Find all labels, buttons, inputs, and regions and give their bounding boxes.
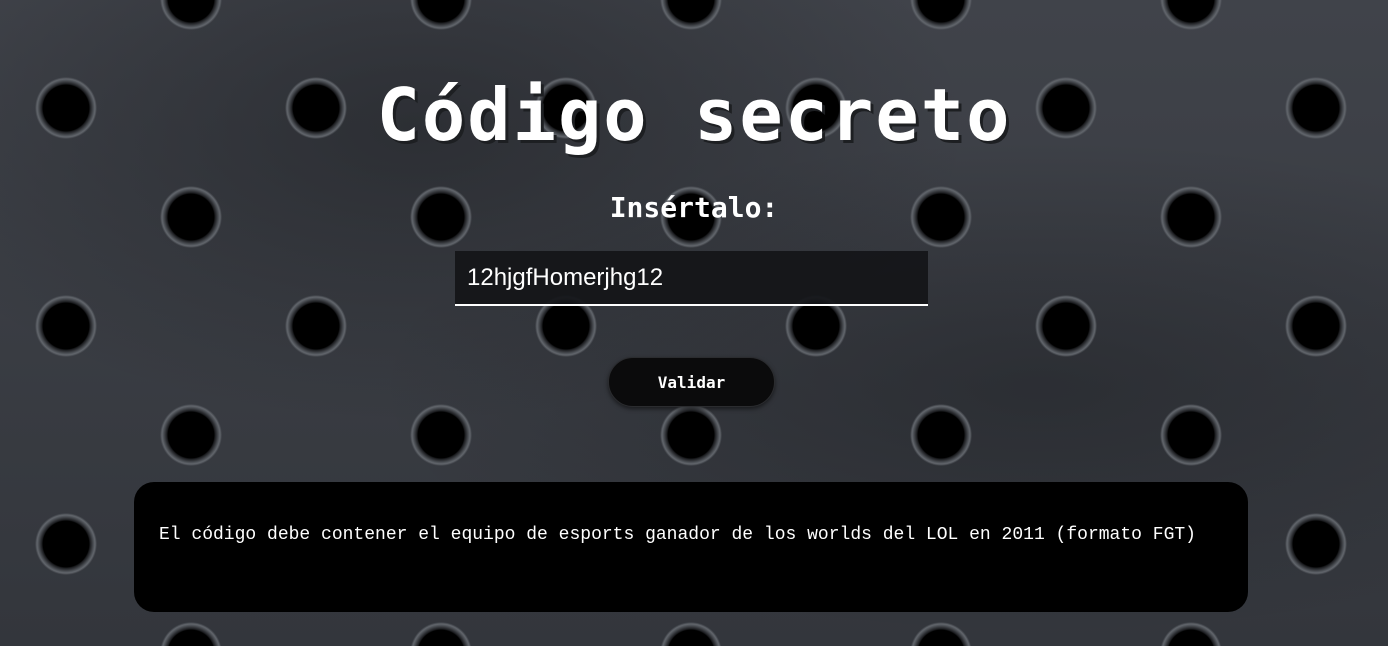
page-title: Código secreto (376, 73, 1012, 157)
hint-text: El código debe contener el equipo de esp… (159, 525, 1196, 545)
page-container: Código secreto Insértalo: Validar El cód… (0, 0, 1388, 646)
secret-code-input[interactable] (455, 251, 928, 306)
validate-button[interactable]: Validar (608, 357, 775, 407)
input-prompt-label: Insértalo: (609, 191, 779, 224)
hint-panel: El código debe contener el equipo de esp… (134, 482, 1248, 612)
